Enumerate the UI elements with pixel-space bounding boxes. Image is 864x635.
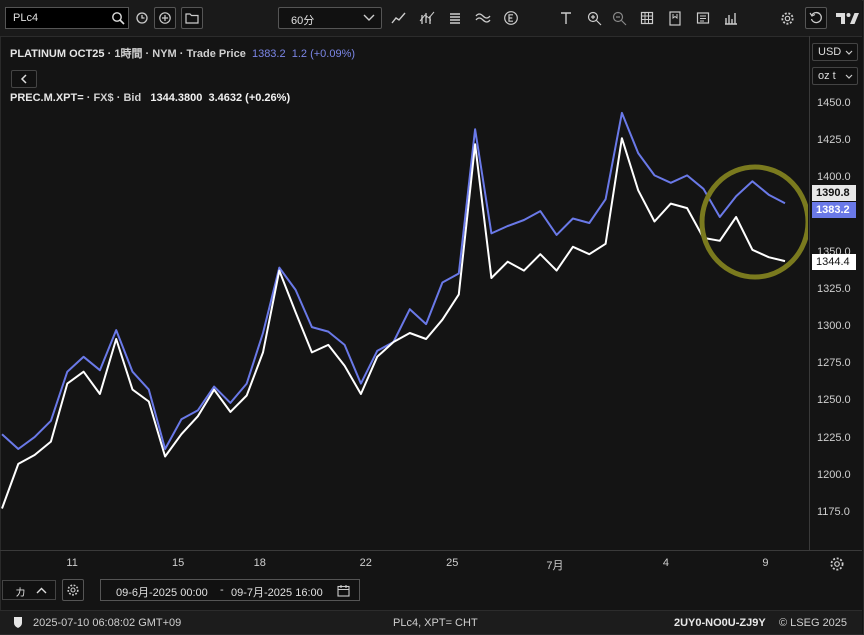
chevron-down-icon [363, 14, 375, 21]
settings-icon[interactable] [776, 7, 798, 29]
zoom-out-icon[interactable] [608, 7, 630, 29]
add-icon[interactable] [154, 7, 176, 29]
date-sep: - [220, 584, 224, 596]
news-icon[interactable] [692, 7, 714, 29]
folder-icon[interactable] [181, 7, 203, 29]
period-toggle-button[interactable]: カ [2, 580, 56, 600]
chevron-down-icon [845, 50, 853, 55]
wave-icon[interactable] [472, 7, 494, 29]
bookmark-icon[interactable] [664, 7, 686, 29]
x-tick-label: 7月 [546, 560, 564, 572]
table-icon[interactable] [636, 7, 658, 29]
bar-chart-icon[interactable] [720, 7, 742, 29]
y-tick-label: 1300.0 [817, 320, 851, 333]
chevron-down-icon [845, 74, 853, 79]
status-timestamp: 2025-07-10 06:08:02 GMT+09 [33, 617, 182, 629]
y-tick-label: 1200.0 [817, 468, 851, 481]
chevron-up-icon [36, 587, 47, 594]
date-to: 09-7月-2025 16:00 [231, 587, 323, 599]
y-tick-label: 1400.0 [817, 171, 851, 184]
unit-label: oz t [818, 70, 836, 82]
axis-settings-icon[interactable] [826, 553, 848, 575]
y-tick-label: 1175.0 [817, 506, 850, 518]
date-from: 09-6月-2025 00:00 [116, 587, 208, 599]
date-range-field[interactable]: 09-6月-2025 00:00 - 09-7月-2025 16:00 [100, 579, 360, 601]
toolbar: PLc4 60分 [0, 0, 862, 37]
x-tick-label: 15 [172, 557, 185, 569]
calendar-icon[interactable] [337, 584, 350, 597]
tradingview-logo [833, 7, 861, 29]
y-axis-separator [809, 36, 810, 550]
status-symbols: PLc4, XPT= CHT [393, 617, 478, 629]
period-label: カ [15, 587, 26, 599]
status-id: 2UY0-NO0U-ZJ9Y [674, 617, 766, 629]
unit-select[interactable]: oz t [812, 67, 858, 85]
clock-icon[interactable] [131, 7, 153, 29]
reset-icon[interactable] [805, 7, 827, 29]
ric-text: PLc4 [13, 12, 39, 24]
ric-input[interactable]: PLc4 [5, 7, 129, 29]
status-copyright: © LSEG 2025 [779, 617, 848, 629]
y-tick-label: 1450.0 [817, 97, 851, 109]
y-tick-label: 1250.0 [817, 394, 851, 407]
zoom-in-icon[interactable] [583, 7, 605, 29]
e-icon[interactable] [500, 7, 522, 29]
interval-select[interactable]: 60分 [278, 7, 382, 29]
series-line-platinum [1, 111, 786, 450]
ohlc-icon[interactable] [416, 7, 438, 29]
y-tick-label: 1275.0 [817, 357, 851, 370]
x-tick-label: 9 [762, 557, 769, 569]
price-label-white: 1344.4 [812, 254, 856, 270]
x-tick-label: 11 [66, 557, 78, 569]
status-bar: 2025-07-10 06:08:02 GMT+09 PLc4, XPT= CH… [0, 610, 862, 634]
y-tick-label: 1225.0 [817, 431, 851, 444]
bottom-settings-icon[interactable] [62, 579, 84, 601]
x-tick-label: 22 [359, 557, 372, 569]
currency-select[interactable]: USD [812, 43, 858, 61]
text-tool-icon[interactable] [555, 7, 577, 29]
currency-label: USD [818, 46, 842, 58]
x-tick-label: 25 [446, 557, 459, 569]
shield-icon [14, 617, 22, 628]
interval-label: 60分 [291, 15, 315, 27]
search-icon[interactable] [111, 11, 125, 25]
y-tick-label: 1425.0 [817, 134, 851, 147]
y-tick-label: 1325.0 [817, 282, 851, 295]
price-label-gray: 1390.8 [812, 185, 856, 201]
x-tick-label: 4 [662, 557, 669, 569]
line-chart-icon[interactable] [388, 7, 410, 29]
x-tick-label: 18 [253, 557, 266, 569]
series-line-xpt [1, 137, 786, 509]
price-label-blue: 1383.2 [812, 202, 856, 218]
list-icon[interactable] [444, 7, 466, 29]
x-axis-separator [0, 550, 862, 551]
price-chart[interactable] [0, 36, 808, 550]
